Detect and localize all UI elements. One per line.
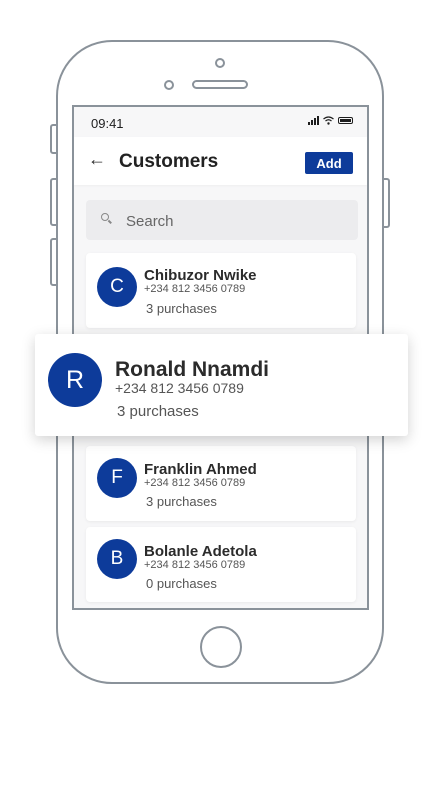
customer-name: Ronald Nnamdi	[115, 358, 270, 381]
back-arrow-icon[interactable]: ←	[88, 149, 106, 169]
customer-card[interactable]: F Franklin Ahmed +234 812 3456 0789 3 pu…	[86, 446, 356, 521]
customer-purchases: 0 purchases	[146, 576, 217, 591]
app-header: ← Customers Add	[74, 137, 367, 185]
status-icons	[308, 116, 353, 125]
camera-dot	[215, 58, 225, 68]
sensor-dot	[164, 80, 174, 90]
customer-phone: +234 812 3456 0789	[144, 559, 246, 571]
customer-card[interactable]: B Bolanle Adetola +234 812 3456 0789 0 p…	[86, 527, 356, 602]
customer-phone: +234 812 3456 0789	[115, 380, 244, 396]
status-bar: 09:41	[74, 107, 367, 137]
page-title: Customers	[119, 151, 219, 172]
search-input[interactable]	[126, 211, 346, 231]
avatar: C	[97, 267, 137, 307]
battery-icon	[338, 117, 353, 124]
customer-phone: +234 812 3456 0789	[144, 477, 246, 489]
status-time: 09:41	[91, 116, 124, 131]
add-customer-button[interactable]: Add	[305, 152, 353, 174]
customer-purchases: 3 purchases	[117, 403, 199, 420]
wifi-icon	[323, 116, 334, 125]
customer-phone: +234 812 3456 0789	[144, 283, 246, 295]
customer-card[interactable]: C Chibuzor Nwike +234 812 3456 0789 3 pu…	[86, 253, 356, 328]
search-icon	[101, 213, 109, 221]
avatar: B	[97, 539, 137, 579]
customer-purchases: 3 purchases	[146, 301, 217, 316]
highlighted-customer-card[interactable]: R Ronald Nnamdi +234 812 3456 0789 3 pur…	[35, 334, 408, 436]
avatar: F	[97, 458, 137, 498]
customer-name: Chibuzor Nwike	[144, 267, 257, 284]
signal-icon	[308, 116, 319, 125]
customer-purchases: 3 purchases	[146, 494, 217, 509]
avatar: R	[48, 353, 102, 407]
customer-name: Bolanle Adetola	[144, 543, 257, 560]
home-button	[200, 626, 242, 668]
customer-name: Franklin Ahmed	[144, 461, 257, 478]
speaker-grille	[192, 80, 248, 89]
search-bar[interactable]	[86, 200, 358, 240]
